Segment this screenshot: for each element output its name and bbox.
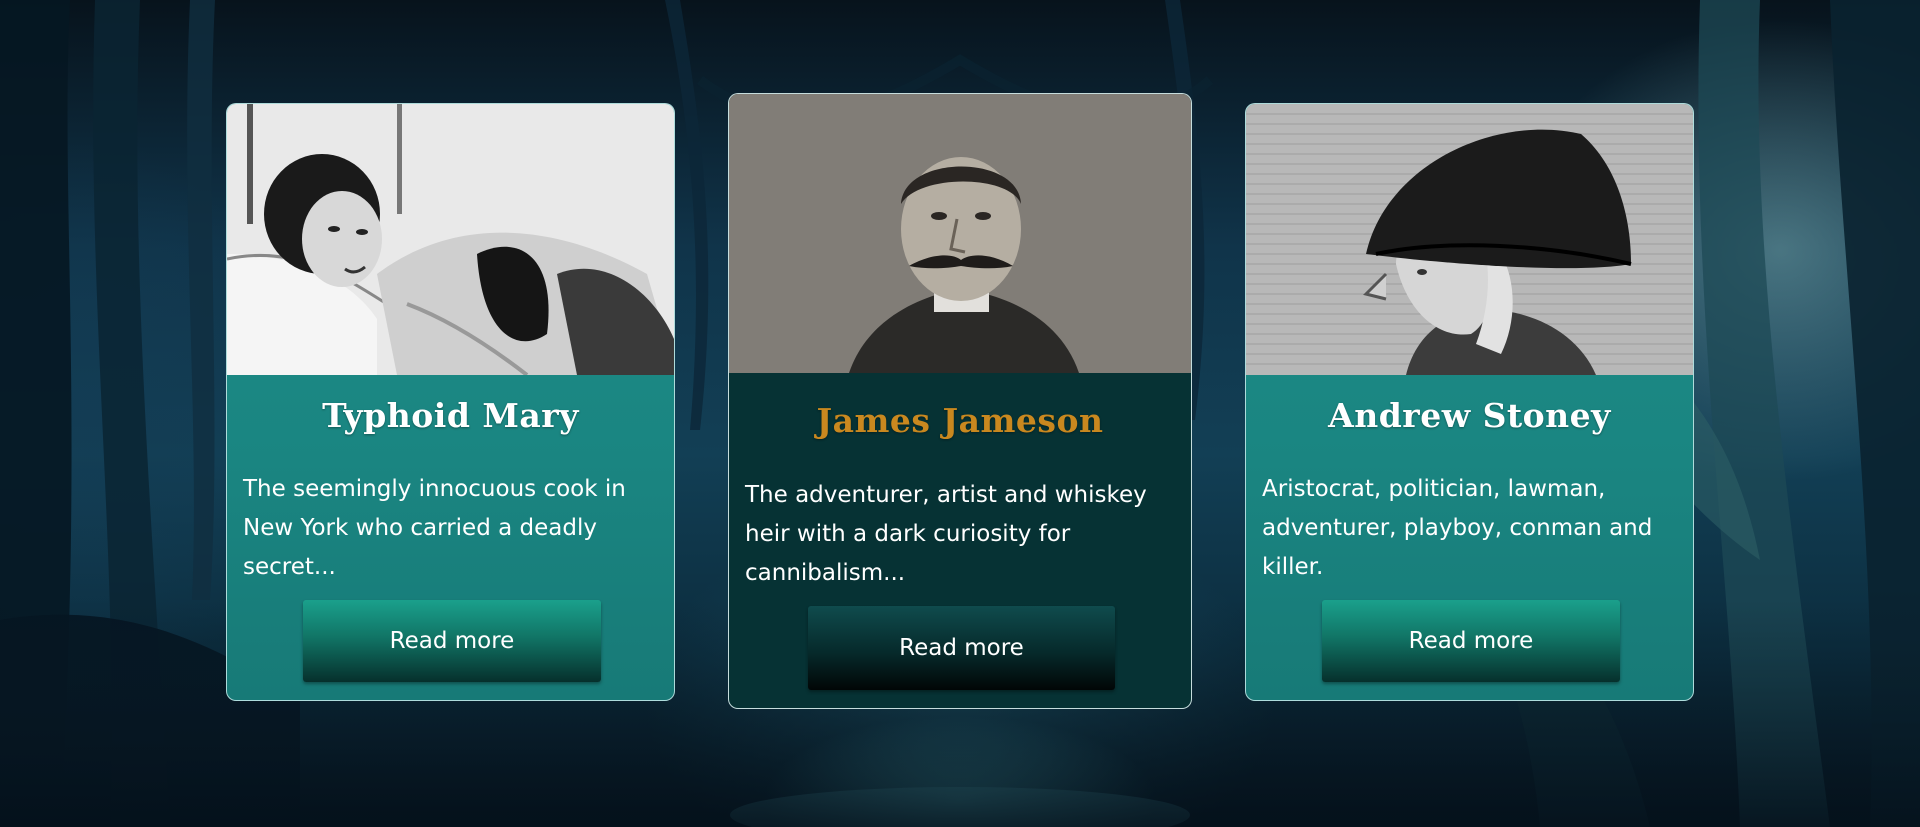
portrait-photo-man-with-moustache-icon [729, 94, 1191, 373]
card-james-jameson: James Jameson The adventurer, artist and… [728, 93, 1192, 709]
card-description: The seemingly innocuous cook in New York… [243, 476, 626, 580]
portrait-photo-icon [729, 94, 1191, 373]
portrait-photo-icon [1246, 104, 1693, 375]
card-title: Andrew Stoney [1328, 396, 1611, 435]
card-andrew-stoney: Andrew Stoney Aristocrat, politician, la… [1245, 103, 1694, 701]
card-description: The adventurer, artist and whiskey heir … [745, 482, 1147, 586]
read-more-button[interactable]: Read more [1322, 600, 1620, 682]
card-title: Typhoid Mary [322, 396, 579, 435]
forest-background: Typhoid Mary The seemingly innocuous coo… [0, 0, 1920, 827]
portrait-photo-icon [227, 104, 674, 375]
card-description: Aristocrat, politician, lawman, adventur… [1262, 476, 1653, 580]
card-title: James Jameson [816, 401, 1104, 440]
card-typhoid-mary: Typhoid Mary The seemingly innocuous coo… [226, 103, 675, 701]
read-more-button[interactable]: Read more [303, 600, 601, 682]
portrait-photo-woman-in-bed-icon [227, 104, 674, 375]
read-more-button[interactable]: Read more [808, 606, 1115, 690]
engraving-man-in-bicorne-hat-icon [1246, 104, 1693, 375]
